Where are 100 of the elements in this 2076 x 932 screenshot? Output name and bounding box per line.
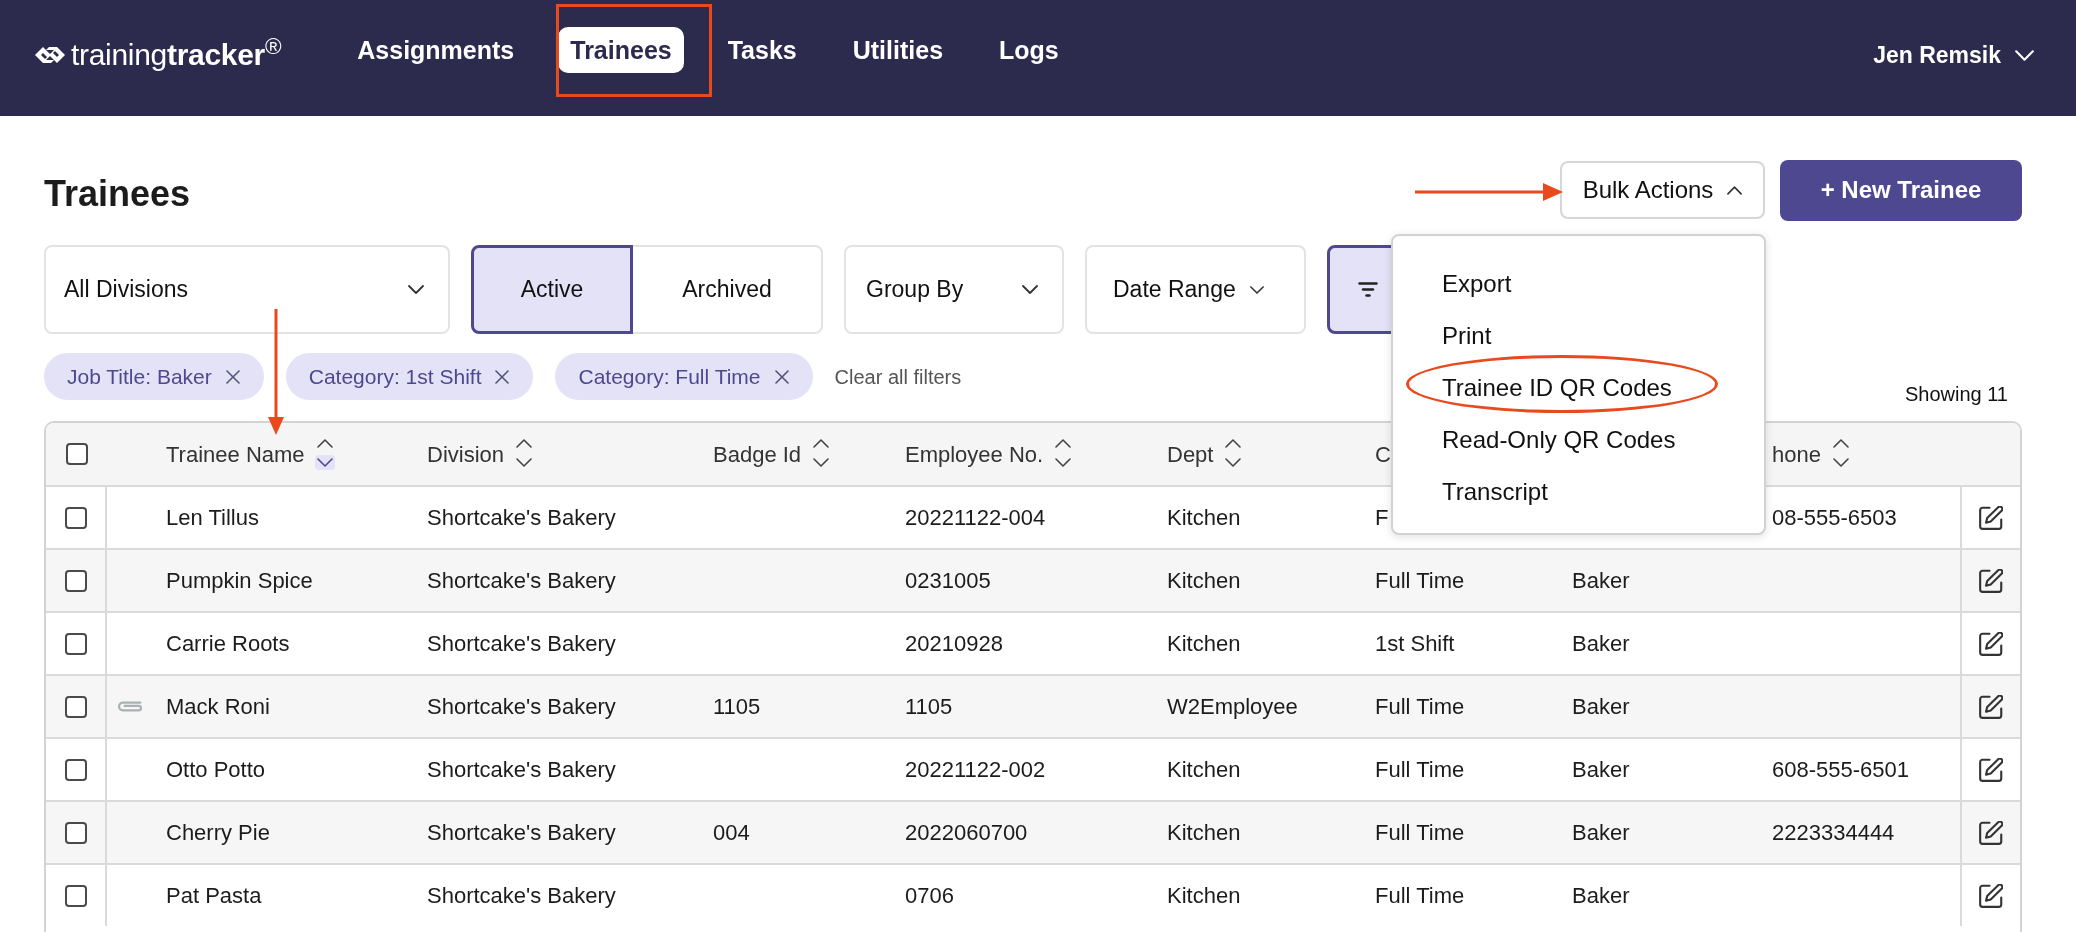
close-icon[interactable] — [495, 369, 510, 384]
table-cell-text: 1105 — [713, 693, 761, 721]
division-select[interactable]: All Divisions — [44, 245, 450, 334]
clear-filters-link[interactable]: Clear all filters — [834, 361, 962, 392]
checkbox[interactable] — [64, 695, 87, 718]
column-header: Division — [427, 440, 505, 469]
checkbox[interactable] — [64, 758, 87, 781]
table-cell-text: Pat Pasta — [166, 882, 262, 910]
edit-icon[interactable] — [1979, 631, 2003, 656]
table-cell-text: Cherry Pie — [166, 819, 270, 847]
table-cell-text: 0231005 — [905, 567, 991, 595]
edit-icon[interactable] — [1979, 820, 2003, 845]
nav-tab[interactable]: Assignments — [345, 27, 527, 73]
table-cell-text: 1st Shift — [1375, 630, 1455, 658]
result-count: Showing 11 — [1904, 383, 2008, 406]
bulk-actions-button[interactable]: Bulk Actions — [1560, 161, 1765, 219]
table-cell-text: 608-555-6501 — [1772, 756, 1909, 784]
table-cell-text: 2022060700 — [905, 819, 1028, 847]
table-cell-text: Kitchen — [1167, 882, 1241, 910]
table-cell-text: Mack Roni — [166, 693, 270, 721]
table-cell-text: Full Time — [1375, 567, 1465, 595]
table-cell-text: Full Time — [1375, 756, 1465, 784]
filter-chip[interactable]: Category: Full Time — [555, 353, 813, 400]
table-cell-text: Kitchen — [1167, 756, 1241, 784]
table-cell-text: Full Time — [1375, 693, 1465, 721]
page-title: Trainees — [44, 176, 191, 212]
table-cell-text: Carrie Roots — [166, 630, 290, 658]
table-cell-text: Pumpkin Spice — [166, 567, 313, 595]
sort-icon[interactable] — [314, 438, 335, 470]
sort-icon[interactable] — [514, 438, 535, 470]
menu-item[interactable]: Trainee ID QR Codes — [1393, 362, 1764, 414]
sort-icon[interactable] — [811, 438, 832, 470]
menu-item[interactable]: Export — [1393, 258, 1764, 310]
edit-icon[interactable] — [1979, 757, 2003, 782]
status-tab[interactable]: Archived — [633, 245, 823, 334]
table-cell-text: Full Time — [1375, 882, 1465, 910]
close-icon[interactable] — [774, 369, 789, 384]
table-cell-text: 20210928 — [905, 630, 1003, 658]
group-by-select[interactable]: Group By — [844, 245, 1064, 334]
column-header: Badge Id — [713, 440, 802, 469]
table-cell-text: Kitchen — [1167, 630, 1241, 658]
table-cell-text: Shortcake's Bakery — [427, 567, 616, 595]
status-tab[interactable]: Active — [471, 245, 633, 334]
table-cell-text: Shortcake's Bakery — [427, 756, 616, 784]
table-cell-text: Baker — [1572, 819, 1630, 847]
menu-item[interactable]: Read-Only QR Codes — [1393, 414, 1764, 466]
table-cell-text: Baker — [1572, 630, 1630, 658]
table-cell-text: Kitchen — [1167, 567, 1241, 595]
nav-tab[interactable]: Utilities — [840, 27, 956, 73]
table-cell-text: Shortcake's Bakery — [427, 819, 616, 847]
filter-icon — [1358, 282, 1378, 297]
sort-icon[interactable] — [1053, 438, 1074, 470]
table-cell-text: Baker — [1572, 882, 1630, 910]
checkbox[interactable] — [64, 884, 87, 907]
checkbox[interactable] — [64, 506, 87, 529]
sort-icon[interactable] — [1223, 438, 1244, 470]
nav-tab[interactable]: Trainees — [558, 27, 684, 73]
checkbox[interactable] — [64, 821, 87, 844]
checkbox[interactable] — [64, 632, 87, 655]
table-cell-text: Shortcake's Bakery — [427, 882, 616, 910]
edit-icon[interactable] — [1979, 694, 2003, 719]
table-cell-text: 2223334444 — [1772, 819, 1895, 847]
checkbox[interactable] — [64, 569, 87, 592]
edit-icon[interactable] — [1979, 883, 2003, 908]
table-cell-text: 20221122-004 — [905, 504, 1046, 532]
menu-item[interactable]: Transcript — [1393, 466, 1764, 518]
chevron-down-icon — [1249, 285, 1264, 294]
table-cell-text: Shortcake's Bakery — [427, 693, 616, 721]
close-icon[interactable] — [225, 369, 240, 384]
user-menu[interactable]: Jen Remsik — [1873, 37, 2034, 73]
table-cell-text: Baker — [1572, 693, 1630, 721]
edit-icon[interactable] — [1979, 505, 2003, 530]
table-cell-text: Shortcake's Bakery — [427, 504, 616, 532]
table-cell-text: 08-555-6503 — [1772, 504, 1897, 532]
table-cell-text: Shortcake's Bakery — [427, 630, 616, 658]
table-cell-text: Kitchen — [1167, 504, 1241, 532]
table-cell-text: Kitchen — [1167, 819, 1241, 847]
column-header: Trainee Name — [166, 440, 305, 469]
table-cell-text: 0706 — [905, 882, 954, 910]
table-cell-text: W2Employee — [1167, 693, 1298, 721]
table-cell-text: Len Tillus — [166, 504, 259, 532]
table-cell-text: 004 — [713, 819, 750, 847]
menu-item[interactable]: Print — [1393, 310, 1764, 362]
filter-chip[interactable]: Category: 1st Shift — [285, 353, 534, 400]
edit-icon[interactable] — [1979, 568, 2003, 593]
sort-icon[interactable] — [1830, 438, 1851, 470]
table-cell-text: F — [1375, 504, 1389, 532]
column-header: Employee No. — [905, 440, 1044, 469]
filter-chip[interactable]: Job Title: Baker — [44, 353, 264, 400]
nav-tab[interactable]: Logs — [987, 27, 1071, 73]
date-range-select[interactable]: Date Range — [1085, 245, 1306, 334]
table-cell-text: 1105 — [905, 693, 953, 721]
new-trainee-button[interactable]: + New Trainee — [1780, 159, 2022, 221]
column-header: C — [1375, 440, 1391, 469]
table-cell-text: Baker — [1572, 756, 1630, 784]
table-cell-text: Otto Potto — [166, 756, 266, 784]
nav-tab[interactable]: Tasks — [715, 27, 809, 73]
table-cell-text: Full Time — [1375, 819, 1465, 847]
logo-icon — [35, 45, 65, 65]
checkbox[interactable] — [65, 443, 88, 465]
